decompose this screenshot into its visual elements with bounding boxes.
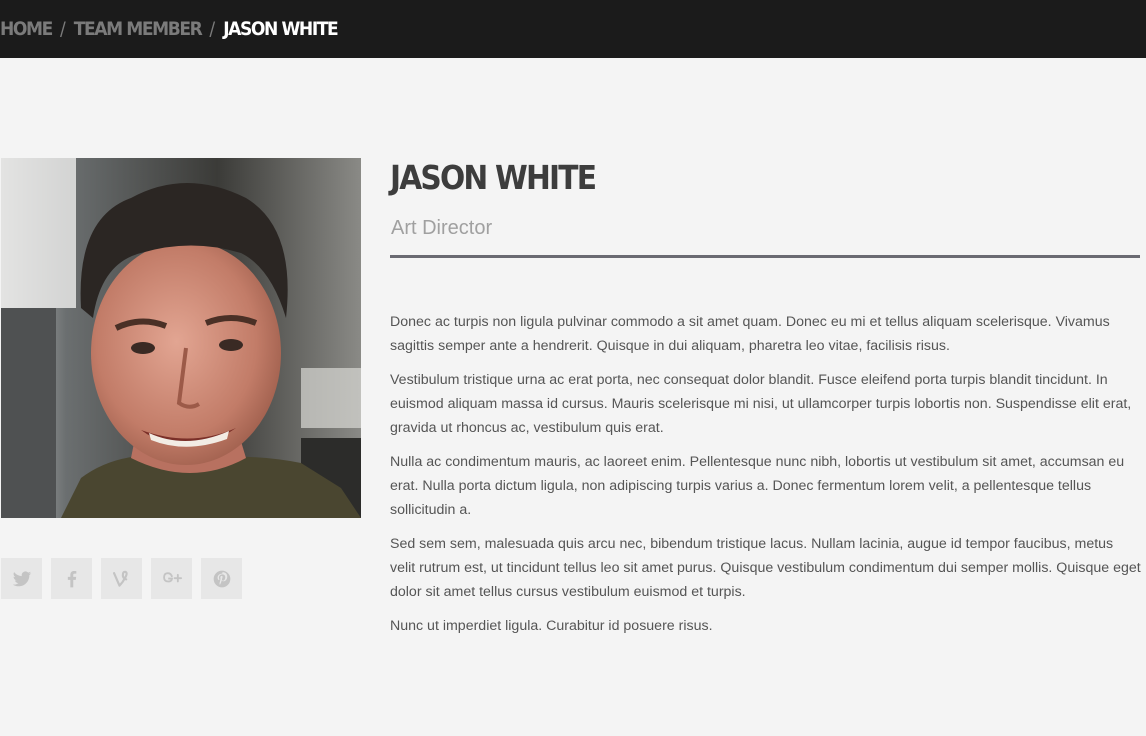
pinterest-button[interactable] <box>201 558 242 599</box>
member-role: Art Director <box>391 217 493 239</box>
google-plus-button[interactable] <box>151 558 192 599</box>
divider <box>390 255 1140 258</box>
breadcrumb-separator: / <box>209 18 216 40</box>
twitter-icon <box>12 570 31 586</box>
google-plus-icon <box>162 571 182 582</box>
breadcrumb-home-link[interactable]: HOME <box>0 18 53 40</box>
twitter-button[interactable] <box>1 558 42 599</box>
portrait-photo-icon <box>1 158 361 518</box>
top-bar: HOME / TEAM MEMBER / JASON WHITE <box>0 0 1146 58</box>
member-name: JASON WHITE <box>390 158 597 197</box>
bio-paragraph: Donec ac turpis non ligula pulvinar comm… <box>390 314 1110 354</box>
facebook-button[interactable] <box>51 558 92 599</box>
breadcrumb-separator: / <box>59 18 66 40</box>
bio-paragraph: Nunc ut imperdiet ligula. Curabitur id p… <box>390 618 713 634</box>
bio-paragraph: Vestibulum tristique urna ac erat porta,… <box>390 372 1132 436</box>
profile-photo <box>1 158 361 518</box>
member-bio: Donec ac turpis non ligula pulvinar comm… <box>390 310 1142 648</box>
bio-paragraph: Nulla ac condimentum mauris, ac laoreet … <box>390 454 1125 518</box>
breadcrumb-current: JASON WHITE <box>223 18 339 40</box>
social-links <box>1 558 242 599</box>
pinterest-icon <box>213 570 230 587</box>
bio-paragraph: Sed sem sem, malesuada quis arcu nec, bi… <box>390 536 1141 600</box>
breadcrumb-team-member-link[interactable]: TEAM MEMBER <box>74 18 203 40</box>
breadcrumb: HOME / TEAM MEMBER / JASON WHITE <box>0 16 339 42</box>
facebook-icon <box>67 570 76 587</box>
vine-icon <box>112 570 128 587</box>
vine-button[interactable] <box>101 558 142 599</box>
